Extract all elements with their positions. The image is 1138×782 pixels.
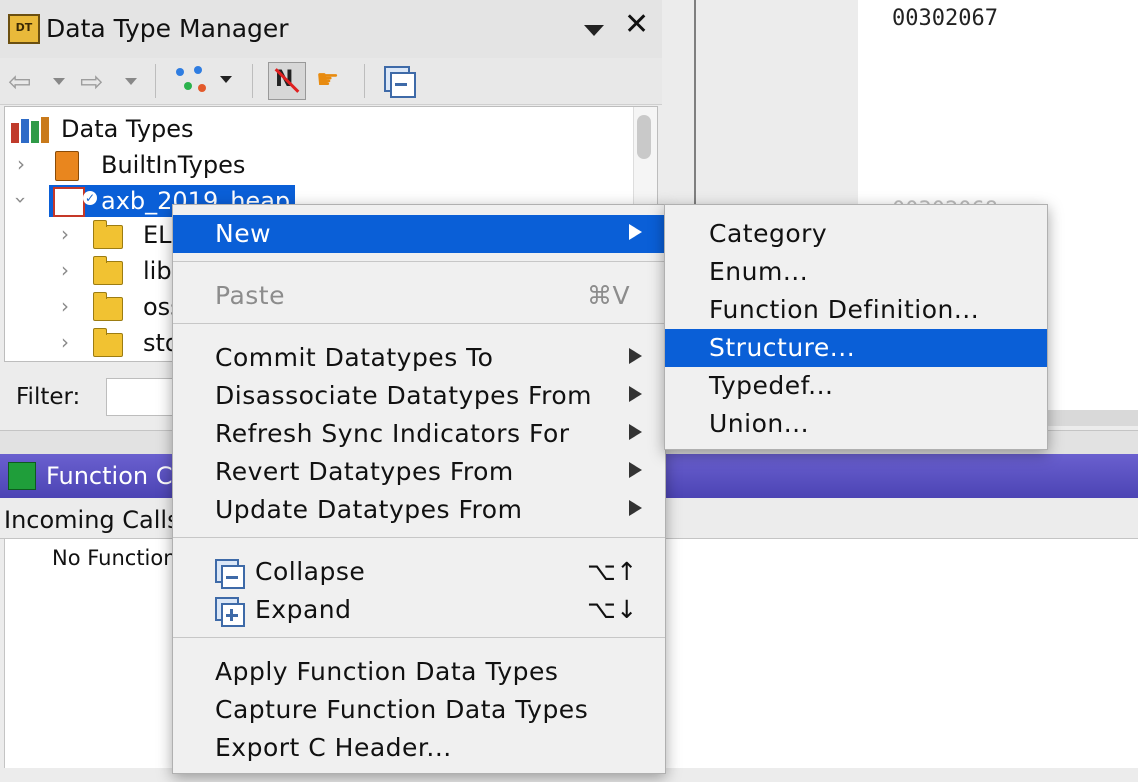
collapse-all-icon[interactable] [384,66,416,98]
open-book-icon [53,187,85,217]
close-icon[interactable]: ✕ [624,10,649,40]
menu-item-expand[interactable]: Expand ⌥↓ [173,591,665,629]
tree-item-label: BuiltInTypes [101,151,246,179]
menu-item-update-datatypes[interactable]: Update Datatypes From [173,491,665,529]
incoming-calls-label: Incoming Calls [4,506,180,534]
menu-item-revert-datatypes[interactable]: Revert Datatypes From [173,453,665,491]
menu-item-paste[interactable]: Paste ⌘V [173,277,665,315]
pointing-hand-icon[interactable]: ☛ [316,66,339,94]
no-function-message: No Function [52,546,177,570]
submenu-arrow-icon [629,348,642,364]
menu-item-label: Refresh Sync Indicators For [215,419,570,448]
archive-graph-icon[interactable] [174,66,210,94]
back-arrow-icon[interactable]: ⇦ [8,68,31,96]
dtm-title-bar: DT Data Type Manager ✕ [0,0,662,59]
submenu-item-enum[interactable]: Enum... [665,253,1047,291]
menu-shortcut: ⌘V [587,281,631,310]
back-dropdown-icon[interactable] [53,78,65,85]
listing-address: 00302067 [892,6,998,31]
tree-root-label: Data Types [61,115,194,143]
menu-shortcut: ⌥↓ [587,595,638,624]
tree-scrollbar-thumb[interactable] [637,115,651,159]
submenu-item-union[interactable]: Union... [665,405,1047,443]
archive-book-icon [55,151,79,181]
submenu-item-label: Typedef... [709,371,834,400]
menu-item-label: Collapse [255,557,366,586]
menu-item-capture-function-data-types[interactable]: Capture Function Data Types [173,691,665,729]
submenu-item-label: Enum... [709,257,809,286]
dtm-toolbar: ⇦ ⇨ N ☛ [0,58,662,105]
menu-shortcut: ⌥↑ [587,557,638,586]
chevron-right-icon[interactable]: › [17,152,25,176]
dt-app-icon: DT [8,14,40,44]
dtm-menu-dropdown-icon[interactable] [584,25,604,36]
menu-item-new[interactable]: New [173,215,665,253]
menu-separator [173,537,665,538]
menu-item-export-c-header[interactable]: Export C Header... [173,729,665,767]
menu-separator [173,637,665,638]
menu-item-refresh-sync[interactable]: Refresh Sync Indicators For [173,415,665,453]
menu-item-label: Update Datatypes From [215,495,523,524]
menu-item-label: Capture Function Data Types [215,695,589,724]
books-icon [11,117,55,143]
new-submenu: Category Enum... Function Definition... … [664,204,1048,450]
chevron-down-icon[interactable]: › [9,196,33,204]
toolbar-separator [252,64,253,98]
forward-arrow-icon[interactable]: ⇨ [80,68,103,96]
submenu-item-label: Structure... [709,333,856,362]
submenu-item-label: Category [709,219,828,248]
submenu-item-function-definition[interactable]: Function Definition... [665,291,1047,329]
folder-icon [93,292,123,321]
submenu-arrow-icon [629,386,642,402]
menu-item-label: Expand [255,595,352,624]
chevron-right-icon[interactable]: › [61,330,69,354]
menu-item-label: Paste [215,281,285,310]
menu-item-commit-datatypes[interactable]: Commit Datatypes To [173,339,665,377]
folder-icon [93,256,123,285]
menu-item-label: Commit Datatypes To [215,343,494,372]
folder-icon [93,328,123,357]
submenu-item-typedef[interactable]: Typedef... [665,367,1047,405]
menu-item-label: Revert Datatypes From [215,457,514,486]
function-call-icon [8,462,36,490]
menu-item-collapse[interactable]: Collapse ⌥↑ [173,553,665,591]
submenu-arrow-icon [629,462,642,478]
submenu-item-label: Union... [709,409,810,438]
chevron-right-icon[interactable]: › [61,258,69,282]
submenu-item-category[interactable]: Category [665,215,1047,253]
chevron-right-icon[interactable]: › [61,222,69,246]
menu-separator [173,323,665,324]
menu-item-disassociate-datatypes[interactable]: Disassociate Datatypes From [173,377,665,415]
filter-toggle-icon[interactable]: N [268,62,306,100]
dtm-title: Data Type Manager [46,14,289,43]
chevron-right-icon[interactable]: › [61,294,69,318]
submenu-item-structure[interactable]: Structure... [665,329,1047,367]
menu-item-label: New [215,219,272,248]
toolbar-separator [155,64,156,98]
submenu-arrow-icon [629,424,642,440]
checkmark-icon: ✓ [83,191,97,205]
filter-label: Filter: [16,384,81,410]
menu-separator [173,261,665,262]
expand-icon [215,597,245,627]
toolbar-separator [364,64,365,98]
collapse-icon [215,559,245,589]
archive-dropdown-icon[interactable] [220,76,232,83]
folder-icon [93,220,123,249]
submenu-item-label: Function Definition... [709,295,980,324]
submenu-arrow-icon [629,224,642,240]
menu-item-label: Apply Function Data Types [215,657,559,686]
context-menu: New Paste ⌘V Commit Datatypes To Disasso… [172,204,666,774]
submenu-arrow-icon [629,500,642,516]
menu-item-apply-function-data-types[interactable]: Apply Function Data Types [173,653,665,691]
menu-item-label: Export C Header... [215,733,452,762]
forward-dropdown-icon[interactable] [125,78,137,85]
menu-item-label: Disassociate Datatypes From [215,381,592,410]
